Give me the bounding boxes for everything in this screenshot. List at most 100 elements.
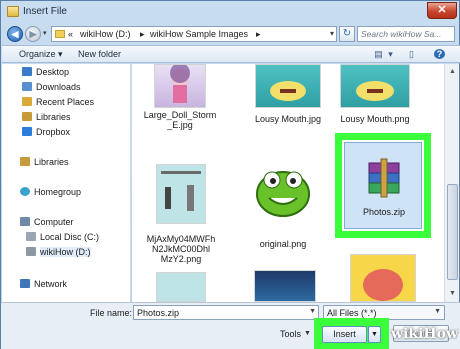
organize-button[interactable]: Organize ▾ — [19, 49, 63, 60]
close-button[interactable]: ✕ — [427, 2, 457, 19]
insert-file-dialog: Insert File ✕ ◀ ▶ ▾ « wikiHow (D:) ▸ wik… — [0, 0, 460, 349]
navigation-pane: Desktop Downloads Recent Places Librarie… — [2, 64, 131, 302]
file-name-line: Large_Doll_Storm — [143, 110, 217, 120]
file-name-line: MjAxMy04MWFh — [146, 234, 216, 244]
chevron-down-icon[interactable]: ▼ — [309, 308, 316, 315]
chevron-down-icon[interactable]: ▾ — [330, 29, 334, 38]
file-type-value: All Files (*.*) — [327, 308, 377, 318]
network-icon — [20, 279, 30, 288]
wikihow-watermark: wikiHow — [391, 326, 459, 342]
chevron-right-icon[interactable]: ▸ — [140, 29, 145, 40]
om-nom-image-icon — [256, 171, 310, 217]
sidebar-item-homegroup[interactable]: Homegroup — [20, 187, 81, 200]
navigation-bar: ◀ ▶ ▾ « wikiHow (D:) ▸ wikiHow Sample Im… — [1, 23, 460, 45]
partial-thumbnail[interactable] — [156, 272, 206, 302]
sidebar-item-label: Homegroup — [34, 187, 82, 197]
lousy-mouth-jpg-thumbnail[interactable] — [255, 64, 321, 108]
scroll-up-icon[interactable]: ▲ — [447, 66, 458, 77]
lousy-mouth-image-icon — [270, 81, 306, 101]
file-name-line: MzY2.png — [160, 254, 202, 264]
sidebar-item-label: Downloads — [36, 82, 81, 92]
folder-icon — [55, 30, 65, 38]
sidebar-item-recent-places[interactable]: Recent Places — [22, 97, 94, 110]
vertical-scrollbar[interactable]: ▲ ▼ — [444, 64, 459, 302]
doll-image-icon — [170, 64, 190, 103]
lousy-mouth-png-thumbnail[interactable] — [340, 64, 410, 108]
forward-button[interactable]: ▶ — [25, 26, 41, 42]
sidebar-item-desktop[interactable]: Desktop — [22, 67, 69, 80]
view-options-icon[interactable]: ▤ — [373, 49, 384, 59]
preview-pane-icon[interactable]: ▯ — [406, 49, 417, 59]
sidebar-item-label: Libraries — [34, 157, 69, 167]
sidebar-item-network[interactable]: Network — [20, 279, 67, 292]
command-toolbar: Organize ▾ New folder ▤ ▾ ▯ ? — [2, 45, 460, 63]
address-history-icon[interactable]: « — [68, 29, 73, 39]
sidebar-item-label: Recent Places — [36, 97, 95, 107]
title-bar: Insert File ✕ — [1, 1, 460, 23]
history-dropdown-icon[interactable]: ▾ — [43, 29, 47, 37]
back-button[interactable]: ◀ — [7, 26, 23, 42]
cut-the-rope-thumbnail[interactable] — [252, 148, 314, 222]
local-disk-icon — [26, 232, 36, 241]
file-name-line: _E.jpg — [167, 120, 193, 130]
address-bar[interactable]: « wikiHow (D:) ▸ wikiHow Sample Images ▸… — [51, 26, 337, 42]
scroll-down-icon[interactable]: ▼ — [447, 288, 458, 299]
sidebar-item-label: Network — [34, 279, 68, 289]
cartoon-image-icon — [363, 269, 403, 301]
breadcrumb-folder[interactable]: wikiHow Sample Images — [150, 29, 248, 39]
sidebar-item-wikihow-drive[interactable]: wikiHow (D:) — [26, 247, 91, 260]
chevron-down-icon[interactable]: ▼ — [434, 308, 441, 315]
sidebar-item-label: wikiHow (D:) — [40, 247, 91, 257]
drive-icon — [26, 247, 36, 256]
libraries-icon — [22, 112, 32, 121]
downloads-icon — [22, 82, 32, 91]
desktop-icon — [22, 67, 32, 76]
ecard-image-icon — [157, 165, 205, 223]
sidebar-item-dropbox[interactable]: Dropbox — [22, 127, 70, 140]
insert-button[interactable]: Insert — [322, 326, 367, 343]
refresh-button[interactable]: ↻ — [339, 26, 355, 42]
sidebar-item-label: Desktop — [36, 67, 70, 77]
file-name-original[interactable]: original.png — [244, 239, 322, 249]
sidebar-item-label: Dropbox — [36, 127, 71, 137]
computer-icon — [20, 217, 30, 226]
sidebar-item-label: Libraries — [36, 112, 71, 122]
folder-icon — [7, 6, 19, 17]
homegroup-icon — [20, 187, 30, 196]
chevron-down-icon[interactable]: ▼ — [304, 330, 311, 337]
recent-places-icon — [22, 97, 32, 106]
file-list: Large_Doll_Storm _E.jpg Lousy Mouth.jpg … — [132, 64, 444, 302]
file-name-ecard[interactable]: MjAxMy04MWFh N2JkMC00Dhl MzY2.png — [140, 234, 222, 264]
search-input[interactable]: Search wikiHow Sa... — [357, 26, 455, 42]
file-name-line: N2JkMC00Dhl — [151, 244, 211, 254]
file-name-lousy-mouth-png[interactable]: Lousy Mouth.png — [332, 114, 418, 124]
breadcrumb-drive[interactable]: wikiHow (D:) — [80, 29, 131, 39]
chevron-right-icon[interactable]: ▸ — [256, 29, 261, 40]
sidebar-item-downloads[interactable]: Downloads — [22, 82, 81, 95]
sidebar-item-libraries-group[interactable]: Libraries — [20, 157, 69, 170]
scrollbar-thumb[interactable] — [447, 184, 458, 280]
insert-options-button[interactable]: ▼ — [368, 326, 381, 343]
sidebar-item-local-disk[interactable]: Local Disc (C:) — [26, 232, 99, 245]
new-folder-button[interactable]: New folder — [78, 49, 121, 59]
partial-thumbnail[interactable] — [254, 270, 316, 302]
search-placeholder: Search wikiHow Sa... — [361, 29, 442, 39]
sidebar-item-label: Local Disc (C:) — [40, 232, 100, 242]
sidebar-item-computer[interactable]: Computer — [20, 217, 74, 230]
file-name-doll[interactable]: Large_Doll_Storm _E.jpg — [136, 110, 224, 130]
ecard-thumbnail[interactable] — [156, 164, 206, 224]
window-title: Insert File — [23, 6, 67, 17]
lousy-mouth-image-icon — [356, 81, 394, 101]
sidebar-item-libraries[interactable]: Libraries — [22, 112, 71, 125]
file-name-lousy-mouth-jpg[interactable]: Lousy Mouth.jpg — [242, 114, 334, 124]
file-name-label: File name: — [90, 308, 133, 318]
tools-button[interactable]: Tools — [280, 329, 301, 339]
dropbox-icon — [22, 127, 32, 136]
doll-thumbnail[interactable] — [154, 64, 206, 108]
file-name-field[interactable]: Photos.zip ▼ — [133, 305, 319, 320]
partial-thumbnail[interactable] — [350, 254, 416, 302]
chevron-down-icon[interactable]: ▾ — [385, 49, 396, 59]
insert-button-highlight: Insert ▼ — [314, 318, 389, 349]
libraries-icon — [20, 157, 30, 166]
help-icon[interactable]: ? — [434, 49, 445, 59]
